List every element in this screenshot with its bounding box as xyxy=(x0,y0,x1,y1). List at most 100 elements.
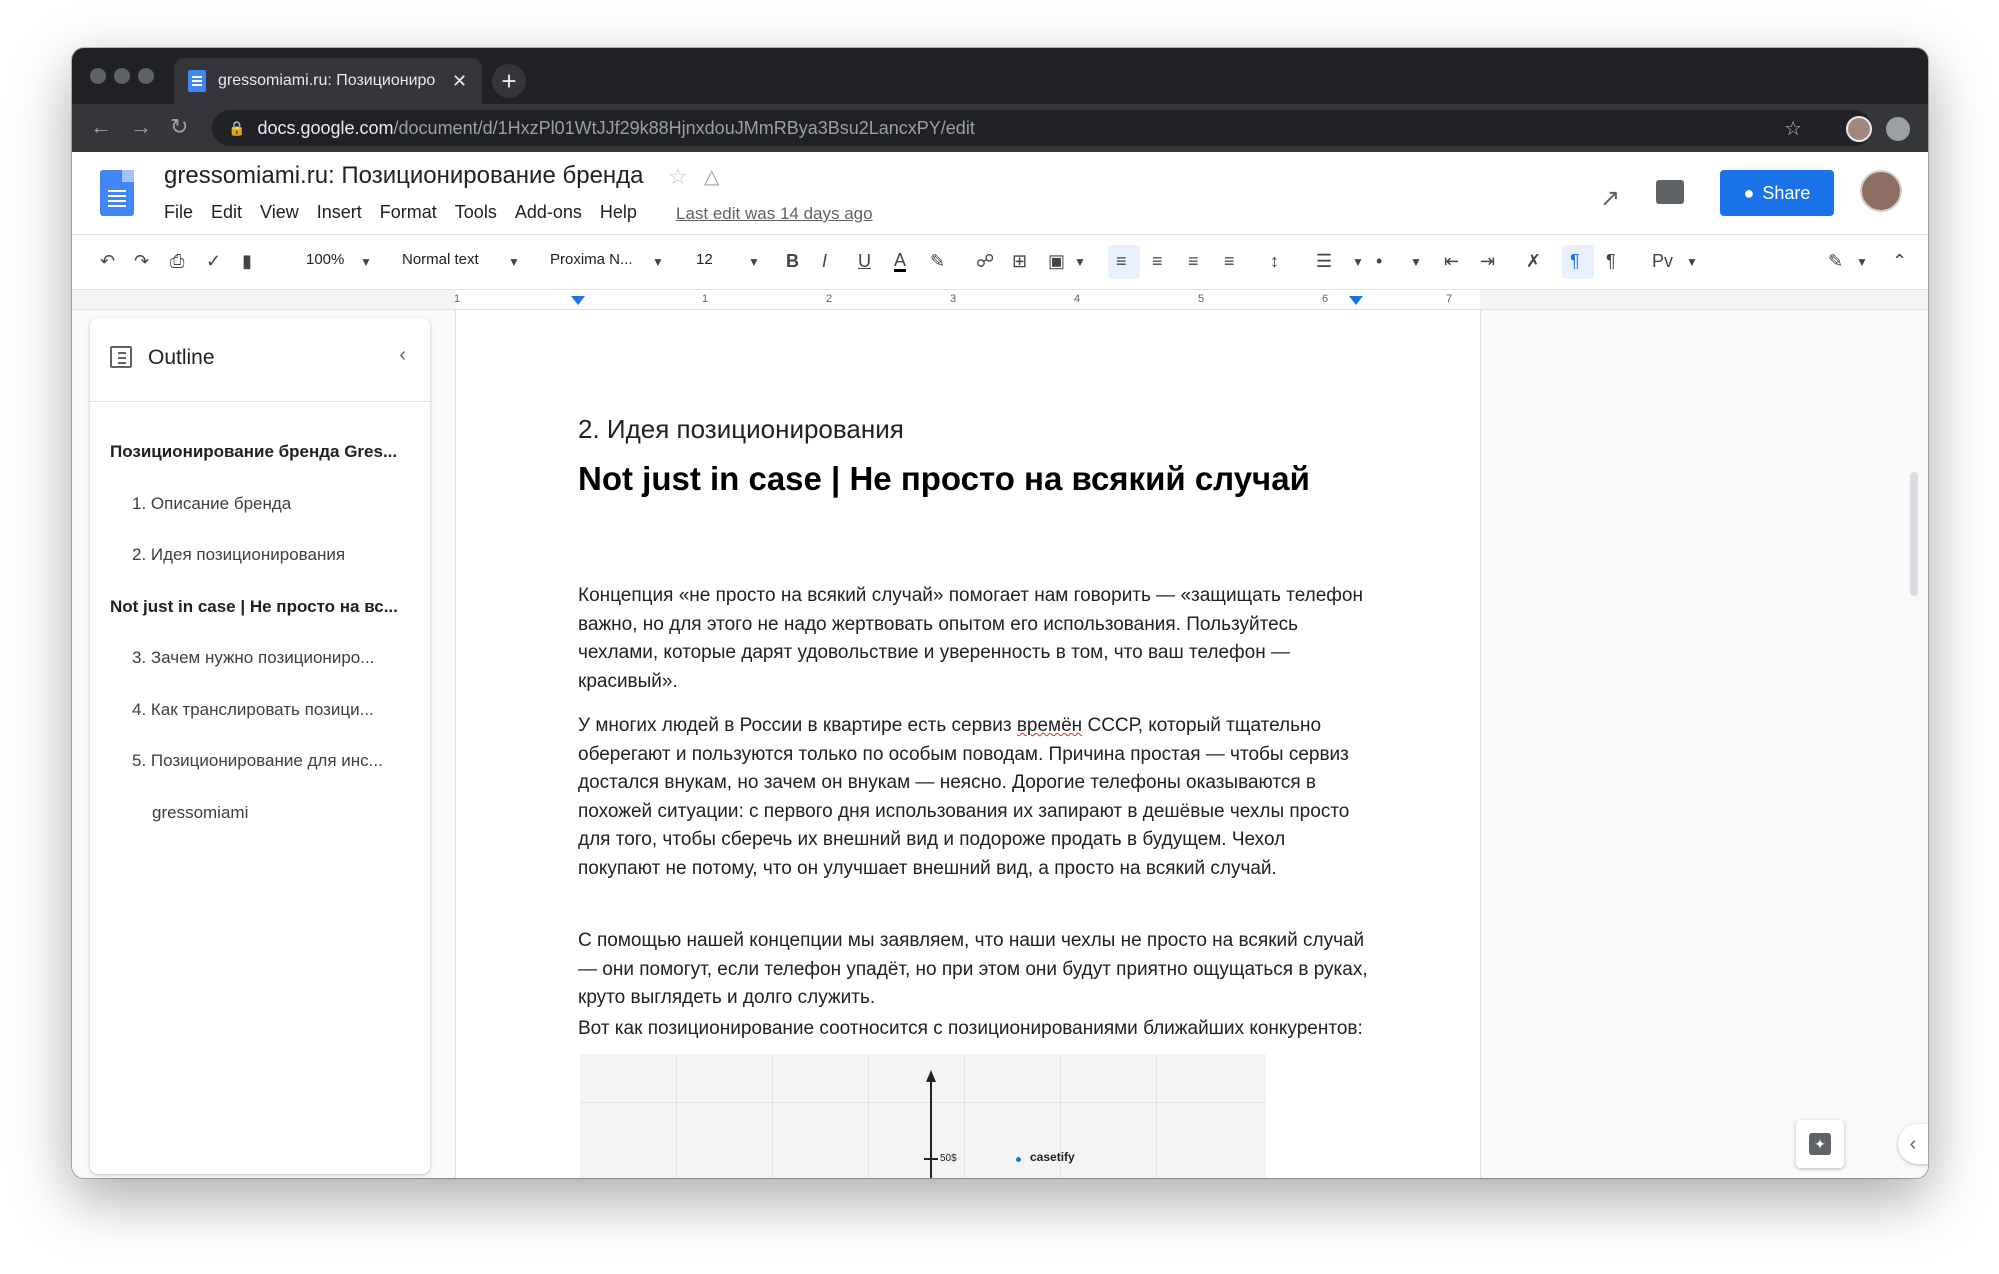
outline-item[interactable]: gressomiami xyxy=(152,803,412,823)
outline-item[interactable]: 5. Позиционирование для инс... xyxy=(132,751,412,771)
back-arrow-icon[interactable]: ← xyxy=(90,114,112,140)
chevron-down-icon[interactable]: ▼ xyxy=(1074,255,1086,269)
comments-icon[interactable] xyxy=(1656,180,1684,204)
outline-item[interactable]: 4. Как транслировать позици... xyxy=(132,700,412,720)
share-button[interactable]: ● Share xyxy=(1720,170,1834,216)
align-center-icon[interactable]: ≡ xyxy=(1152,251,1163,272)
chevron-down-icon[interactable]: ▼ xyxy=(652,255,664,269)
reload-icon[interactable]: ↻ xyxy=(170,114,188,140)
chevron-down-icon[interactable]: ▼ xyxy=(360,255,372,269)
underline-button[interactable]: U xyxy=(858,251,871,272)
redo-icon[interactable]: ↷ xyxy=(134,251,149,272)
side-panel-toggle-chevron-icon[interactable]: ‹ xyxy=(1898,1124,1928,1164)
chart-gridline xyxy=(580,1102,1266,1103)
decrease-indent-icon[interactable]: ⇤ xyxy=(1444,251,1459,272)
zoom-window-control[interactable] xyxy=(138,68,154,84)
ruler[interactable]: 1 1 2 3 4 5 6 7 xyxy=(72,290,1928,310)
menu-tools[interactable]: Tools xyxy=(455,202,497,223)
address-bar[interactable]: 🔒 docs.google.com/document/d/1HxzPl01WtJ… xyxy=(212,110,1872,146)
close-outline-chevron-icon[interactable]: ‹ xyxy=(399,344,406,367)
star-icon[interactable]: ☆ xyxy=(668,164,688,190)
explore-button[interactable]: ✦ xyxy=(1796,1120,1844,1168)
extension-icon[interactable] xyxy=(1886,117,1910,141)
share-label: Share xyxy=(1762,182,1811,203)
minimize-window-control[interactable] xyxy=(114,68,130,84)
menu-view[interactable]: View xyxy=(260,202,299,223)
docs-logo-icon[interactable] xyxy=(100,170,134,216)
url-path: /document/d/1HxzPl01WtJJf29k88HjnxdouJMm… xyxy=(393,117,975,138)
left-indent-marker[interactable] xyxy=(571,296,585,305)
forward-arrow-icon[interactable]: → xyxy=(130,114,152,140)
last-edit-link[interactable]: Last edit was 14 days ago xyxy=(676,204,873,224)
document-page[interactable]: 2. Идея позиционирования Not just in cas… xyxy=(456,310,1480,1178)
chevron-down-icon[interactable]: ▼ xyxy=(1686,255,1698,269)
browser-profile-avatar[interactable] xyxy=(1846,116,1872,142)
align-right-icon[interactable]: ≡ xyxy=(1188,251,1199,272)
chevron-down-icon[interactable]: ▼ xyxy=(1856,255,1868,269)
insert-image-icon[interactable]: ▣ xyxy=(1048,251,1065,272)
numbered-list-icon[interactable]: ☰ xyxy=(1316,251,1332,272)
outline-header: Outline ‹ xyxy=(90,318,430,402)
paint-format-icon[interactable]: ▮ xyxy=(242,251,252,272)
align-left-icon[interactable]: ≡ xyxy=(1116,251,1127,272)
ltr-paragraph-icon[interactable]: ¶ xyxy=(1570,251,1580,272)
menu-help[interactable]: Help xyxy=(600,202,637,223)
justify-icon[interactable]: ≡ xyxy=(1224,251,1235,272)
new-tab-button[interactable]: + xyxy=(492,64,526,98)
undo-icon[interactable]: ↶ xyxy=(100,251,115,272)
menu-edit[interactable]: Edit xyxy=(211,202,242,223)
chevron-down-icon[interactable]: ▼ xyxy=(508,255,520,269)
right-indent-marker[interactable] xyxy=(1349,296,1363,305)
print-icon[interactable]: ⎙ xyxy=(170,251,184,272)
menu-format[interactable]: Format xyxy=(380,202,437,223)
tab-close-icon[interactable]: ✕ xyxy=(452,71,467,92)
add-comment-icon[interactable]: ⊞ xyxy=(1012,251,1027,272)
input-tools-button[interactable]: Рv xyxy=(1652,251,1673,272)
formatting-toolbar: ↶ ↷ ⎙ ✓ ▮ 100% ▼ Normal text ▼ Proxima N… xyxy=(72,234,1928,290)
zoom-select[interactable]: 100% xyxy=(306,251,344,268)
bulleted-list-icon[interactable]: • xyxy=(1376,251,1382,272)
activity-trend-icon[interactable]: ↗ xyxy=(1600,184,1620,213)
document-title[interactable]: gressomiami.ru: Позиционирование бренда xyxy=(164,162,644,190)
menu-addons[interactable]: Add-ons xyxy=(515,202,582,223)
chevron-down-icon[interactable]: ▼ xyxy=(748,255,760,269)
ruler-number: 1 xyxy=(702,293,709,305)
outline-item[interactable]: 1. Описание бренда xyxy=(132,494,412,514)
positioning-chart-image[interactable]: 50$ casetify xyxy=(580,1054,1266,1178)
docs-header: gressomiami.ru: Позиционирование бренда … xyxy=(72,152,1928,234)
ruler-number: 3 xyxy=(950,293,957,305)
drive-status-icon[interactable]: △ xyxy=(704,164,719,189)
chevron-down-icon[interactable]: ▼ xyxy=(1410,255,1422,269)
paragraph-2-text: СССР, который тщательно оберегают и поль… xyxy=(578,715,1350,879)
spelling-flagged-word[interactable]: времён xyxy=(1017,715,1082,736)
highlight-icon[interactable]: ✎ xyxy=(930,251,945,272)
font-select[interactable]: Proxima N... xyxy=(550,251,633,268)
link-icon[interactable]: ☍ xyxy=(976,251,994,272)
outline-title: Outline xyxy=(148,346,215,369)
line-spacing-icon[interactable]: ↕ xyxy=(1270,251,1279,272)
italic-button[interactable]: I xyxy=(822,251,827,272)
rtl-paragraph-icon[interactable]: ¶ xyxy=(1606,251,1616,272)
editing-mode-pencil-icon[interactable]: ✎ xyxy=(1828,251,1843,272)
browser-tab[interactable]: gressomiami.ru: Позициониро ✕ xyxy=(174,58,482,104)
spellcheck-icon[interactable]: ✓ xyxy=(206,251,221,272)
bold-button[interactable]: B xyxy=(786,251,799,272)
collapse-menus-chevron-up-icon[interactable]: ⌃ xyxy=(1892,251,1907,272)
account-avatar[interactable] xyxy=(1860,170,1902,212)
outline-item[interactable]: Not just in case | Не просто на вс... xyxy=(110,597,410,617)
outline-item[interactable]: 2. Идея позиционирования xyxy=(132,545,412,565)
style-select[interactable]: Normal text xyxy=(402,251,479,268)
clear-formatting-icon[interactable]: ✗ xyxy=(1526,251,1541,272)
menu-insert[interactable]: Insert xyxy=(317,202,362,223)
close-window-control[interactable] xyxy=(90,68,106,84)
ruler-number: 2 xyxy=(826,293,833,305)
menu-file[interactable]: File xyxy=(164,202,193,223)
text-color-button[interactable]: A xyxy=(894,251,907,272)
increase-indent-icon[interactable]: ⇥ xyxy=(1480,251,1495,272)
outline-item[interactable]: Позиционирование бренда Gres... xyxy=(110,442,410,462)
chevron-down-icon[interactable]: ▼ xyxy=(1352,255,1364,269)
vertical-scrollbar[interactable] xyxy=(1910,472,1918,596)
outline-item[interactable]: 3. Зачем нужно позициониро... xyxy=(132,648,412,668)
bookmark-star-icon[interactable]: ☆ xyxy=(1784,116,1802,141)
font-size-select[interactable]: 12 xyxy=(696,251,713,268)
